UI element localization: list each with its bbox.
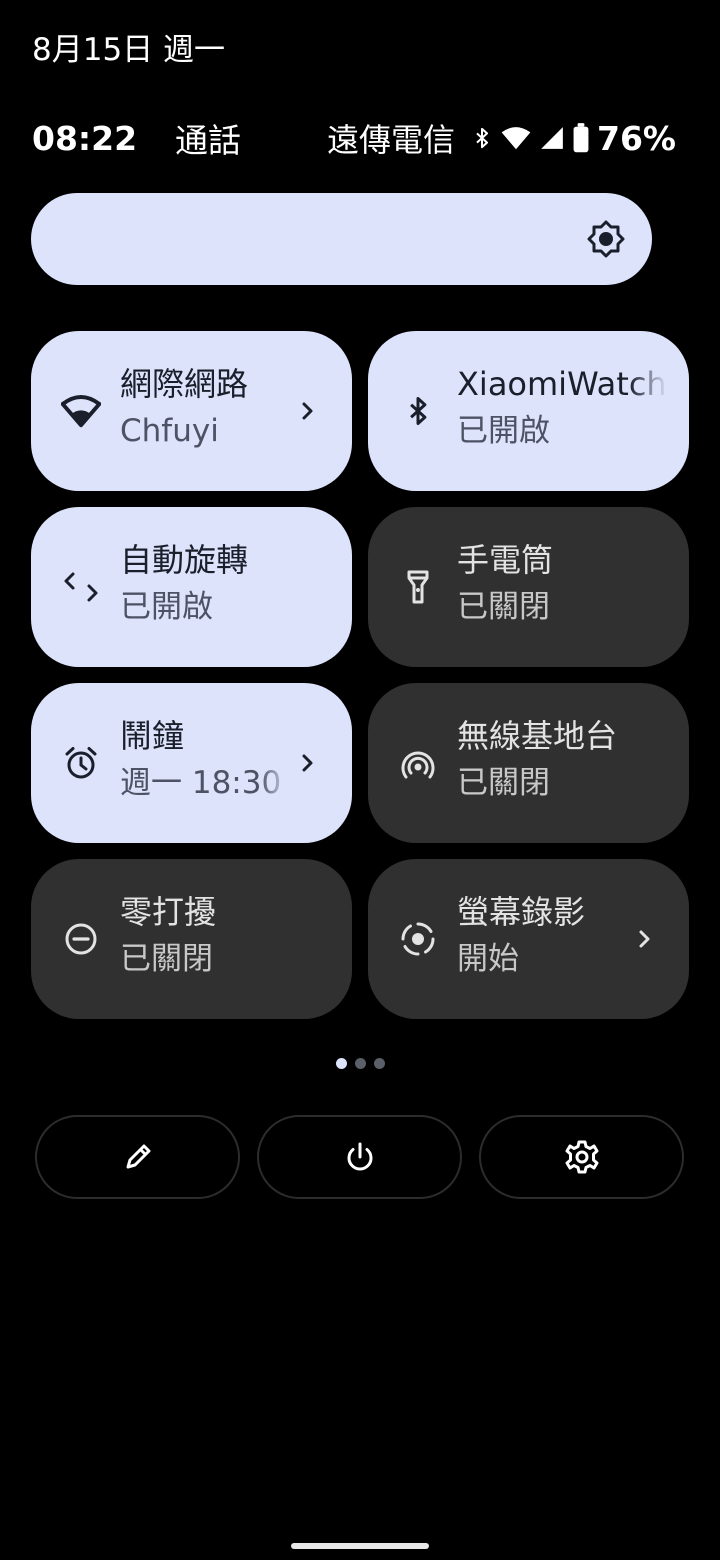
tile-label: 網際網路 bbox=[120, 365, 249, 403]
power-icon bbox=[347, 1142, 372, 1171]
screen-record-icon bbox=[398, 919, 438, 959]
page-indicator bbox=[0, 1058, 720, 1069]
status-icons: 遠傳電信 76% bbox=[327, 115, 676, 161]
auto-rotate-icon bbox=[61, 567, 101, 607]
tile-subtitle: 週一 18:30 bbox=[120, 765, 282, 801]
tile-label: 鬧鐘 bbox=[120, 717, 185, 755]
tile-label: 零打擾 bbox=[120, 893, 217, 931]
tile-do-not-disturb[interactable]: 零打擾 已關閉 bbox=[31, 859, 352, 1019]
date-label[interactable]: 8月15日 週一 bbox=[32, 24, 225, 69]
tile-subtitle: 已關閉 bbox=[457, 765, 550, 801]
status-bar: 08:22 通話 遠傳電信 76% bbox=[32, 114, 676, 162]
tile-alarm[interactable]: 鬧鐘 週一 18:30 bbox=[31, 683, 352, 843]
clock[interactable]: 08:22 bbox=[32, 119, 137, 158]
tile-label: 無線基地台 bbox=[457, 717, 618, 755]
tile-screen-record[interactable]: 螢幕錄影 開始 bbox=[368, 859, 689, 1019]
tile-subtitle: 已關閉 bbox=[457, 589, 550, 625]
chevron-right-icon bbox=[639, 930, 650, 948]
carrier-name: 遠傳電信 bbox=[326, 121, 455, 159]
tile-subtitle: 開始 bbox=[457, 941, 519, 977]
battery-percent: 76% bbox=[597, 118, 676, 158]
tile-auto-rotate[interactable]: 自動旋轉 已開啟 bbox=[31, 507, 352, 667]
tile-internet[interactable]: 網際網路 Chfuyi bbox=[31, 331, 352, 491]
page-dot bbox=[335, 1058, 347, 1069]
ongoing-call-label[interactable]: 通話 bbox=[175, 114, 241, 162]
battery-icon bbox=[573, 123, 589, 153]
cell-signal-icon bbox=[539, 125, 565, 151]
wifi-icon bbox=[501, 125, 531, 151]
tile-label: 螢幕錄影 bbox=[457, 893, 586, 931]
tile-subtitle: 已開啟 bbox=[120, 589, 213, 625]
tile-bluetooth[interactable]: XiaomiWatch 已開啟 bbox=[368, 331, 689, 491]
settings-button[interactable] bbox=[479, 1115, 684, 1199]
tile-label: XiaomiWatch bbox=[457, 365, 667, 403]
page-dot bbox=[354, 1058, 366, 1069]
tile-flashlight[interactable]: 手電筒 已關閉 bbox=[368, 507, 689, 667]
tile-subtitle: Chfuyi bbox=[120, 413, 219, 449]
tile-subtitle: 已開啟 bbox=[457, 413, 550, 449]
edit-button[interactable] bbox=[35, 1115, 240, 1199]
tile-hotspot[interactable]: 無線基地台 已關閉 bbox=[368, 683, 689, 843]
alarm-icon bbox=[61, 743, 101, 783]
tile-subtitle: 已關閉 bbox=[120, 941, 213, 977]
page-dot bbox=[373, 1058, 385, 1069]
bluetooth-icon bbox=[398, 391, 438, 431]
chevron-right-icon bbox=[302, 754, 313, 772]
edit-icon bbox=[126, 1144, 150, 1169]
power-button[interactable] bbox=[257, 1115, 462, 1199]
brightness-slider[interactable] bbox=[31, 193, 652, 285]
chevron-right-icon bbox=[302, 402, 313, 420]
quick-settings-panel: 8月15日 週一 08:22 通話 遠傳電信 76% 網際網路 Chfuyi X… bbox=[0, 0, 720, 1560]
home-gesture-bar[interactable] bbox=[291, 1543, 429, 1549]
hotspot-icon bbox=[398, 743, 438, 783]
bluetooth-icon bbox=[471, 123, 493, 153]
tile-label: 自動旋轉 bbox=[120, 541, 249, 579]
tile-label: 手電筒 bbox=[457, 541, 554, 579]
settings-icon bbox=[565, 1140, 598, 1174]
brightness-icon bbox=[587, 220, 625, 258]
do-not-disturb-icon bbox=[61, 919, 101, 959]
flashlight-icon bbox=[398, 567, 438, 607]
wifi-icon bbox=[61, 391, 101, 431]
